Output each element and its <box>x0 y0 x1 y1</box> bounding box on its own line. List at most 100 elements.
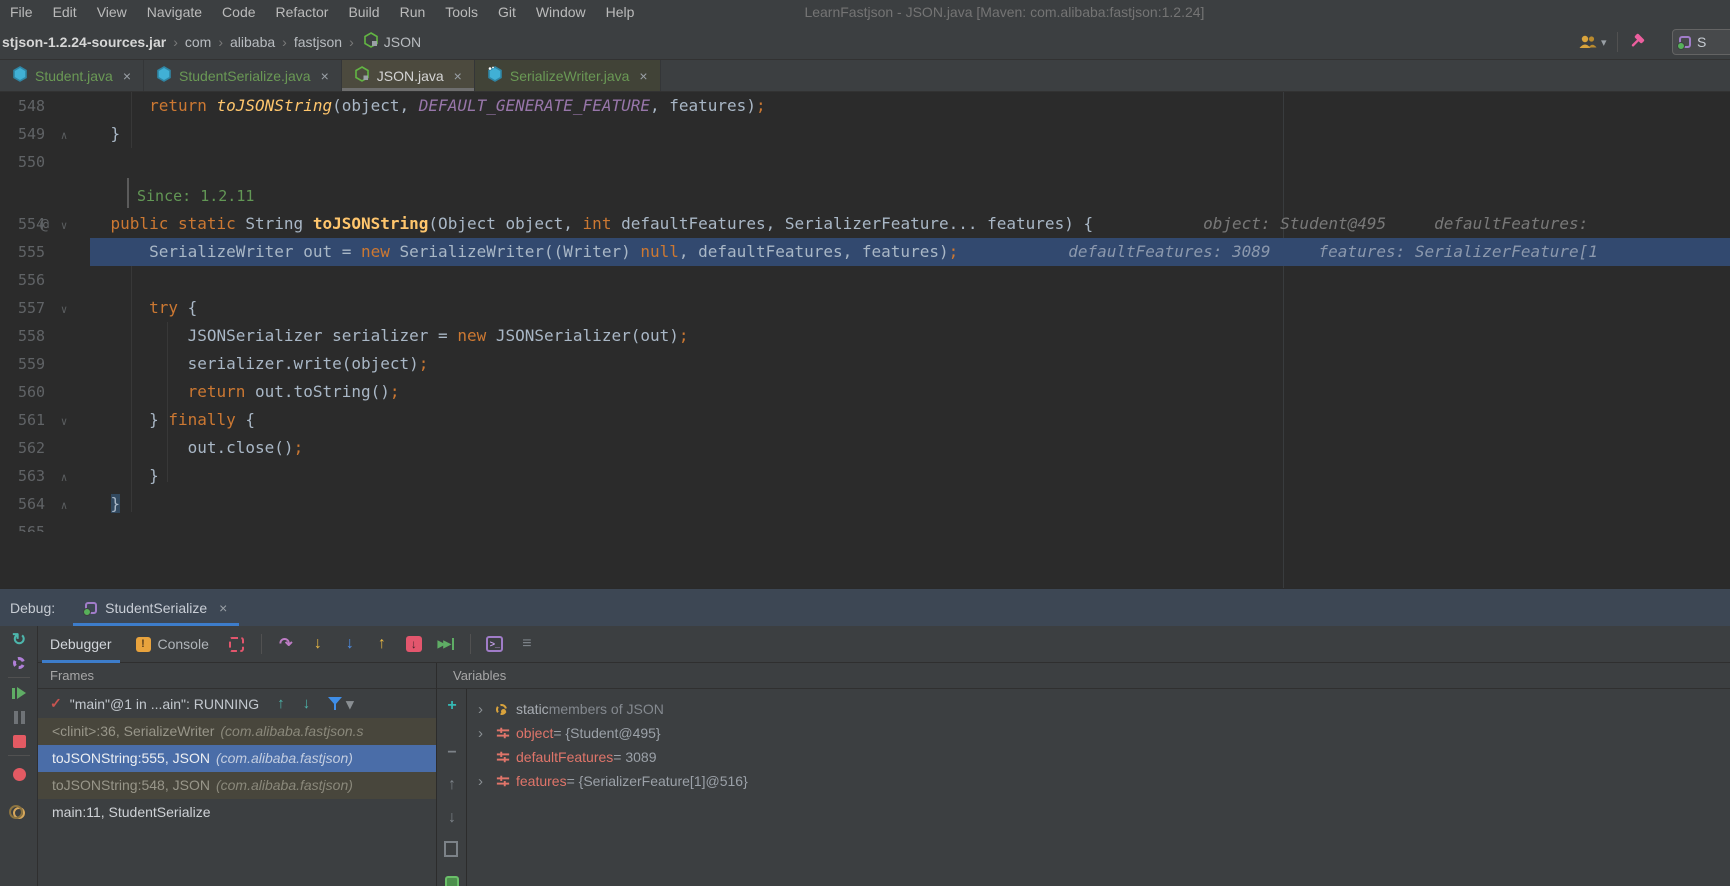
settings-gear-icon-shape <box>13 657 25 669</box>
close-icon[interactable]: × <box>639 68 647 84</box>
breadcrumb-item[interactable]: alibaba <box>230 34 275 50</box>
pause-icon[interactable] <box>0 707 38 727</box>
drop-frame-icon[interactable]: ↓ <box>400 631 428 657</box>
variable-row[interactable]: defaultFeatures = 3089 <box>468 745 1730 769</box>
menu-item-tools[interactable]: Tools <box>435 4 488 20</box>
frame-package: (com.alibaba.fastjson) <box>215 777 353 793</box>
code-editor[interactable]: 548 return toJSONString(object, DEFAULT_… <box>0 92 1730 588</box>
code-line: 558 JSONSerializer serializer = new JSON… <box>0 322 1730 350</box>
new-watch-icon[interactable] <box>437 873 467 886</box>
line-number: 558 <box>18 327 46 345</box>
stop-icon[interactable] <box>0 731 38 751</box>
fold-end-icon[interactable]: ∧ <box>56 464 72 492</box>
thread-status-icon: ✓ <box>50 695 62 711</box>
menu-item-run[interactable]: Run <box>390 4 436 20</box>
thread-down-icon[interactable]: ↓ <box>303 695 311 712</box>
menu-item-window[interactable]: Window <box>526 4 596 20</box>
move-up-icon[interactable]: ↑ <box>437 775 467 795</box>
mute-breakpoints-icon-shape <box>9 805 25 819</box>
frame-row[interactable]: main:11, StudentSerialize <box>38 799 436 826</box>
thread-dropdown-icon[interactable]: ▾ <box>346 695 354 713</box>
debug-tab-debugger[interactable]: Debugger <box>38 626 124 663</box>
breadcrumb-item[interactable]: stjson-1.2.24-sources.jar <box>2 34 166 50</box>
menu-item-view[interactable]: View <box>87 4 137 20</box>
frame-row[interactable]: <clinit>:36, SerializeWriter (com.alibaba… <box>38 718 436 745</box>
editor-tab-studentserialize-java[interactable]: StudentSerialize.java × <box>144 60 342 91</box>
static-members-icon <box>496 703 516 715</box>
close-icon[interactable]: × <box>219 600 227 616</box>
menu-item-code[interactable]: Code <box>212 4 265 20</box>
code-token: serializer.write(object) <box>72 354 419 373</box>
evaluate-expression-icon[interactable]: >_ <box>481 631 509 657</box>
settings-gear-icon[interactable] <box>0 653 38 673</box>
menu-item-build[interactable]: Build <box>338 4 389 20</box>
frame-row[interactable]: toJSONString:555, JSON (com.alibaba.fastj… <box>38 745 436 772</box>
expand-chevron-icon[interactable]: › <box>478 725 496 742</box>
debugger-value-hint: defaultFeatures: <box>1434 214 1589 233</box>
collaborators-button[interactable]: ▾ <box>1578 34 1607 50</box>
code-token: { <box>177 298 198 317</box>
toolbar-separator <box>8 755 30 756</box>
build-hammer-icon <box>1631 33 1644 47</box>
mute-breakpoints-icon[interactable] <box>0 803 38 823</box>
resume-icon[interactable] <box>0 683 38 703</box>
step-out-icon[interactable]: ↑ <box>368 631 396 657</box>
fold-start-icon[interactable]: ∨ <box>56 408 72 436</box>
frame-row[interactable]: toJSONString:548, JSON (com.alibaba.fastj… <box>38 772 436 799</box>
show-execution-point-icon[interactable] <box>223 631 251 657</box>
fold-start-icon[interactable]: ∨ <box>56 296 72 324</box>
expand-chevron-icon[interactable]: › <box>478 701 496 718</box>
copy-icon-shape <box>444 841 458 857</box>
debug-session-tab[interactable]: StudentSerialize × <box>73 589 240 626</box>
editor-tab-json-java[interactable]: JSON.java × <box>341 60 475 91</box>
close-icon[interactable]: × <box>123 68 131 84</box>
code-line: 564 ∧ } <box>0 490 1730 518</box>
move-down-icon[interactable]: ↓ <box>437 808 467 828</box>
layout-settings-icon[interactable]: ≡ <box>513 631 541 657</box>
build-button[interactable] <box>1628 32 1646 53</box>
debug-left-toolbar: ↻ <box>0 626 38 886</box>
copy-icon[interactable] <box>437 840 467 860</box>
add-watch-icon[interactable]: + <box>437 696 467 716</box>
fold-start-icon[interactable]: ∨ <box>56 212 72 240</box>
breadcrumb-item[interactable]: com <box>185 34 211 50</box>
variable-row[interactable]: › object = {Student@495} <box>468 721 1730 745</box>
debug-tab-label: Console <box>157 636 209 652</box>
variable-row[interactable]: › static members of JSON <box>468 697 1730 721</box>
menu-item-help[interactable]: Help <box>596 4 645 20</box>
step-into-icon[interactable]: ↓ <box>304 631 332 657</box>
editor-tab-student-java[interactable]: Student.java × <box>0 60 145 91</box>
window-title: LearnFastjson - JSON.java [Maven: com.al… <box>804 4 1205 20</box>
code-token: return <box>72 382 246 401</box>
force-step-into-icon[interactable]: ↓ <box>336 631 364 657</box>
breadcrumb-item[interactable]: JSON <box>384 34 421 50</box>
debug-tab-console[interactable]: ! Console <box>124 626 221 663</box>
thread-up-icon[interactable]: ↑ <box>277 695 285 712</box>
tab-label: SerializeWriter.java <box>509 67 630 84</box>
expand-chevron-icon[interactable]: › <box>478 773 496 790</box>
fold-end-icon[interactable]: ∧ <box>56 122 72 150</box>
remove-watch-icon[interactable]: − <box>437 743 467 763</box>
close-icon[interactable]: × <box>454 68 462 84</box>
menu-item-edit[interactable]: Edit <box>43 4 87 20</box>
code-token: int <box>582 214 612 233</box>
inline-debugger-hints: object: Student@495 defaultFeatures: <box>1093 214 1588 233</box>
menu-item-file[interactable]: File <box>0 4 43 20</box>
step-over-icon[interactable]: ↷ <box>272 631 300 657</box>
rerun-debug-icon[interactable]: ↻ <box>0 630 38 650</box>
close-icon[interactable]: × <box>321 68 329 84</box>
variable-row[interactable]: › features = {SerializerFeature[1]@516} <box>468 769 1730 793</box>
thread-selector[interactable]: ✓ "main"@1 in ...ain": RUNNING ↑ ↓ ▾ <box>38 689 436 718</box>
filter-threads-icon[interactable] <box>310 696 328 712</box>
run-to-cursor-icon[interactable]: ▶▶ <box>432 631 460 657</box>
menu-item-refactor[interactable]: Refactor <box>266 4 339 20</box>
menu-item-navigate[interactable]: Navigate <box>137 4 212 20</box>
menu-item-git[interactable]: Git <box>488 4 526 20</box>
editor-tab-serializewriter-java[interactable]: SerializeWriter.java × <box>474 60 661 91</box>
inline-debugger-hints: defaultFeatures: 3089 features: Serialize… <box>958 242 1598 261</box>
breadcrumb-item[interactable]: fastjson <box>294 34 342 50</box>
run-configuration-chip[interactable]: S <box>1672 29 1730 55</box>
toolbar-right: ▾ <box>1578 24 1646 60</box>
fold-end-icon[interactable]: ∧ <box>56 492 72 520</box>
view-breakpoints-icon[interactable] <box>0 764 38 784</box>
